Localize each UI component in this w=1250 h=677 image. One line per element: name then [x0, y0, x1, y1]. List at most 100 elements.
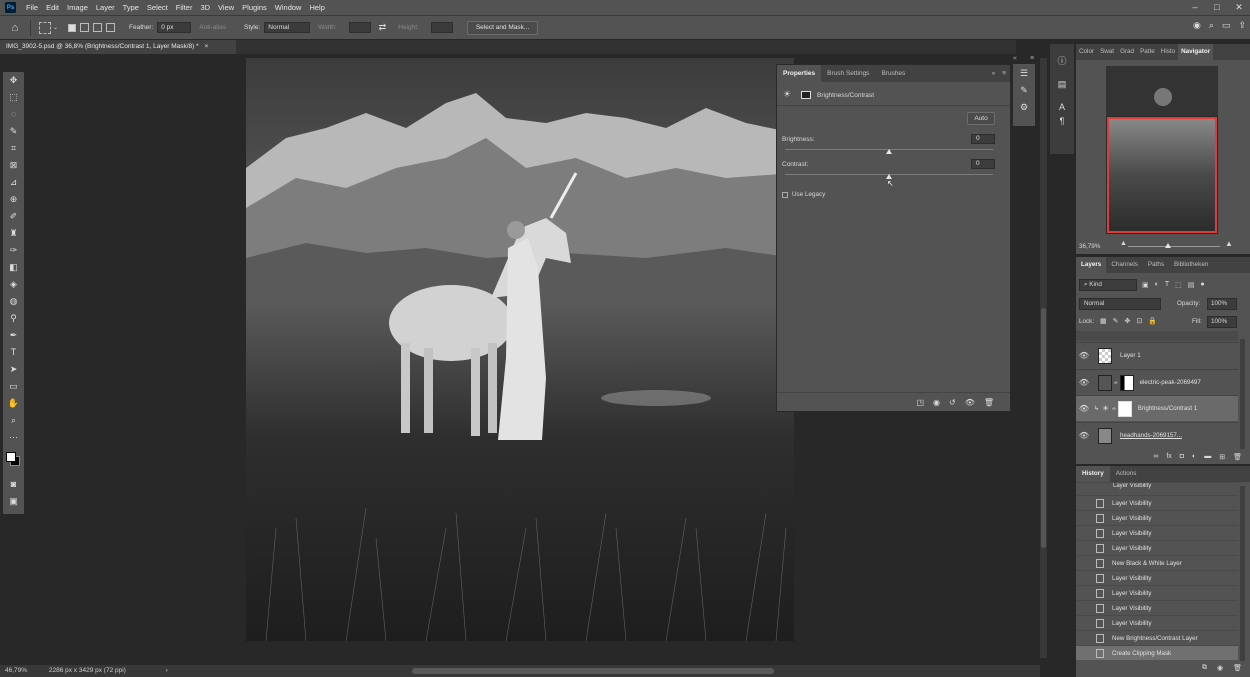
menu-window[interactable]: Window — [271, 3, 306, 12]
reset-icon[interactable]: ↺ — [949, 398, 956, 407]
screen-mode-icon[interactable]: ▣ — [3, 493, 24, 510]
panel-collapse-icon[interactable]: » — [989, 65, 999, 82]
zoom-in-icon[interactable]: ▲ — [1225, 239, 1233, 248]
foreground-color-swatch[interactable] — [6, 452, 16, 462]
pen-tool-icon[interactable]: ✒ — [3, 327, 24, 344]
frame-tool-icon[interactable]: ⊠ — [3, 157, 24, 174]
marquee-tool-icon[interactable]: ⬚ — [3, 89, 24, 106]
history-icon[interactable]: ▤ — [1050, 79, 1074, 90]
share-icon[interactable]: ◉ — [1193, 20, 1201, 31]
paragraph-icon[interactable]: ¶ — [1050, 116, 1074, 126]
new-layer-icon[interactable]: ⊞ — [1219, 453, 1225, 461]
vertical-scrollbar[interactable] — [1040, 58, 1047, 658]
filter-type-icon[interactable]: T — [1165, 281, 1169, 289]
navigator-view-box[interactable] — [1107, 117, 1217, 233]
maximize-icon[interactable]: □ — [1206, 0, 1228, 15]
move-tool-icon[interactable]: ✥ — [3, 72, 24, 89]
tab-histogram[interactable]: Histo — [1158, 44, 1178, 60]
lock-artboard-icon[interactable]: ⊡ — [1136, 317, 1142, 325]
style-select[interactable]: Normal — [264, 22, 311, 33]
filter-toggle-icon[interactable]: ● — [1200, 281, 1204, 289]
menu-3d[interactable]: 3D — [196, 3, 214, 12]
menu-view[interactable]: View — [214, 3, 238, 12]
tab-color[interactable]: Color — [1076, 44, 1097, 60]
tab-patterns[interactable]: Patte — [1137, 44, 1158, 60]
panel-collapse-icon[interactable]: « — [1013, 55, 1017, 62]
brush-settings-icon[interactable]: ✎ — [1013, 85, 1035, 96]
snapshot-icon[interactable]: ◉ — [1217, 664, 1223, 672]
history-item[interactable]: Layer Visibility — [1076, 615, 1238, 630]
intersect-selection-icon[interactable] — [106, 23, 116, 32]
add-selection-icon[interactable] — [80, 23, 90, 32]
menu-plugins[interactable]: Plugins — [238, 3, 271, 12]
tab-layers[interactable]: Layers — [1076, 257, 1107, 273]
history-item[interactable]: Layer Visibility — [1076, 525, 1238, 540]
menu-filter[interactable]: Filter — [172, 3, 197, 12]
layers-scrollbar[interactable] — [1240, 339, 1245, 449]
more-tools-icon[interactable]: ··· — [3, 429, 24, 446]
clip-to-layer-icon[interactable]: ◳ — [916, 398, 924, 407]
dodge-tool-icon[interactable]: ⚲ — [3, 310, 24, 327]
brush-tool-icon[interactable]: ✐ — [3, 208, 24, 225]
history-item[interactable]: Layer Visibility — [1076, 585, 1238, 600]
navigator-thumbnail[interactable] — [1106, 66, 1218, 234]
filter-adjustment-icon[interactable]: ◐ — [1155, 281, 1159, 289]
blur-tool-icon[interactable]: ◍ — [3, 293, 24, 310]
history-scrollbar[interactable] — [1240, 486, 1245, 661]
crop-tool-icon[interactable]: ⌗ — [3, 140, 24, 157]
tab-libraries[interactable]: Bibliotheken — [1169, 257, 1213, 273]
quick-select-tool-icon[interactable]: ✎ — [3, 123, 24, 140]
eye-icon[interactable]: 👁 — [1076, 404, 1092, 413]
history-item-partial[interactable]: Layer Visibility — [1076, 482, 1238, 489]
home-icon[interactable]: ⌂ — [0, 22, 30, 34]
filter-smart-icon[interactable]: ▤ — [1188, 281, 1195, 289]
lasso-tool-icon[interactable]: ◌ — [3, 106, 24, 123]
menu-select[interactable]: Select — [143, 3, 172, 12]
chain-icon[interactable]: ∞ — [1112, 406, 1116, 412]
lock-all-icon[interactable]: 🔒 — [1148, 317, 1157, 325]
tab-swatches[interactable]: Swat — [1097, 44, 1117, 60]
trash-icon[interactable]: 🗑 — [984, 398, 994, 407]
visibility-icon[interactable]: 👁 — [965, 398, 975, 407]
zoom-slider-track[interactable] — [1128, 246, 1220, 247]
swap-icon[interactable]: ⇄ — [379, 22, 387, 33]
menu-help[interactable]: Help — [305, 3, 328, 12]
history-item-current[interactable]: Create Clipping Mask — [1076, 645, 1238, 660]
layer-row[interactable]: 👁 headhands-2069157... — [1076, 422, 1238, 448]
tab-actions[interactable]: Actions — [1110, 466, 1143, 482]
new-adjustment-icon[interactable]: ◐ — [1192, 453, 1196, 460]
status-zoom[interactable]: 46,79% — [5, 667, 27, 674]
delete-state-icon[interactable]: 🗑 — [1233, 664, 1242, 672]
filter-shape-icon[interactable]: ⬚ — [1175, 281, 1182, 289]
minimize-icon[interactable]: – — [1184, 0, 1206, 15]
brightness-input[interactable]: 0 — [971, 134, 995, 144]
add-mask-icon[interactable]: ◘ — [1180, 453, 1184, 460]
fill-input[interactable]: 100% — [1207, 316, 1237, 328]
brightness-slider-thumb[interactable] — [886, 149, 892, 154]
type-tool-icon[interactable]: T — [3, 344, 24, 361]
lock-position-icon[interactable]: ✥ — [1125, 317, 1131, 325]
new-document-from-state-icon[interactable]: ⧉ — [1202, 664, 1207, 672]
contrast-input[interactable]: 0 — [971, 159, 995, 169]
marquee-preset-icon[interactable] — [39, 21, 51, 34]
color-swatches[interactable] — [3, 446, 24, 476]
chain-icon[interactable]: ∞ — [1114, 380, 1118, 386]
zoom-out-icon[interactable]: ▲ — [1120, 240, 1127, 247]
tab-properties[interactable]: Properties — [777, 65, 822, 82]
blend-mode-select[interactable]: Normal — [1079, 298, 1161, 310]
opacity-input[interactable]: 100% — [1207, 298, 1237, 310]
eraser-tool-icon[interactable]: ◧ — [3, 259, 24, 276]
history-brush-icon[interactable]: ✑ — [3, 242, 24, 259]
path-select-icon[interactable]: ➤ — [3, 361, 24, 378]
eye-icon[interactable]: 👁 — [1076, 351, 1092, 360]
auto-button[interactable]: Auto — [967, 112, 995, 125]
panel-menu-icon[interactable]: ≡ — [998, 65, 1010, 82]
tab-close-icon[interactable]: × — [204, 43, 208, 50]
tab-paths[interactable]: Paths — [1143, 257, 1169, 273]
share-export-icon[interactable]: ⇪ — [1238, 20, 1246, 31]
zoom-slider-thumb[interactable] — [1165, 243, 1171, 248]
adjustments-icon[interactable]: ☰ — [1013, 68, 1035, 79]
navigator-zoom[interactable]: 36,79% — [1079, 243, 1100, 250]
healing-tool-icon[interactable]: ⊕ — [3, 191, 24, 208]
tab-navigator[interactable]: Navigator — [1178, 44, 1214, 60]
